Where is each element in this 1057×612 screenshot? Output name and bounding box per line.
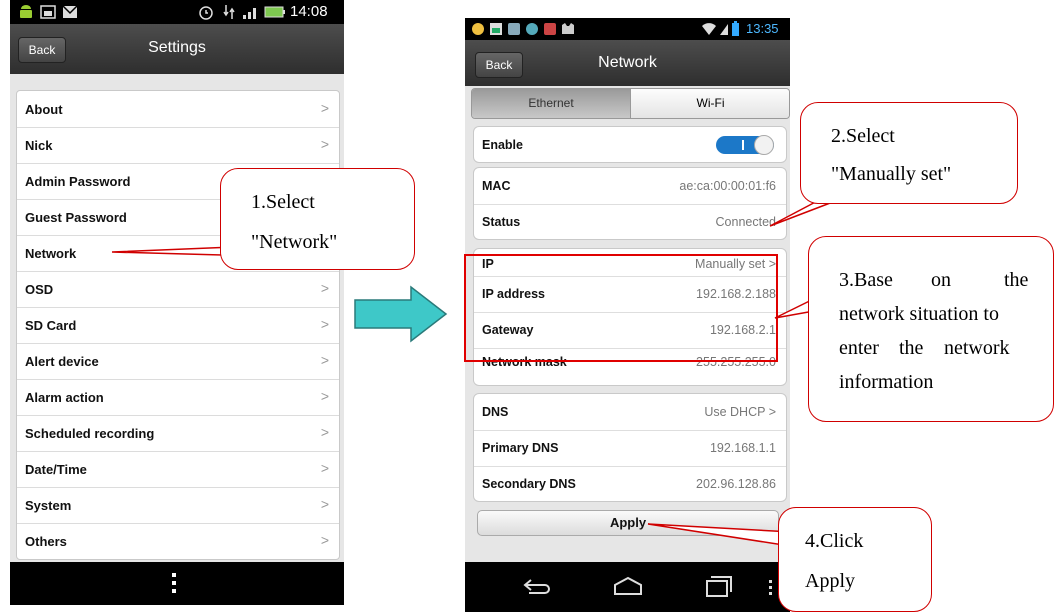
callout-enter-network-info: 3.Base on the network situation to enter… xyxy=(808,236,1054,422)
callout-line: "Manually set" xyxy=(831,163,952,185)
callout-select-network: 1.Select "Network" xyxy=(220,168,415,270)
callout-line: "Network" xyxy=(251,231,338,253)
callout-line: information xyxy=(839,371,934,393)
callout-line: the xyxy=(1004,269,1029,291)
callout-select-manually-set: 2.Select "Manually set" xyxy=(800,102,1018,204)
callout-line: network xyxy=(944,337,1010,359)
callout-line: 1.Select xyxy=(251,191,315,213)
callout-click-apply: 4.Click Apply xyxy=(778,507,932,612)
callout-line: Apply xyxy=(805,570,855,592)
callout-line: 3.Base xyxy=(839,269,893,291)
callout-line: on xyxy=(931,269,951,291)
callout-line: the xyxy=(899,337,924,359)
callout-line: enter xyxy=(839,337,879,359)
callout-line: network situation to xyxy=(839,303,999,325)
callout-line: 4.Click xyxy=(805,530,864,552)
callout-line: 2.Select xyxy=(831,125,895,147)
leader-apply xyxy=(647,523,793,547)
